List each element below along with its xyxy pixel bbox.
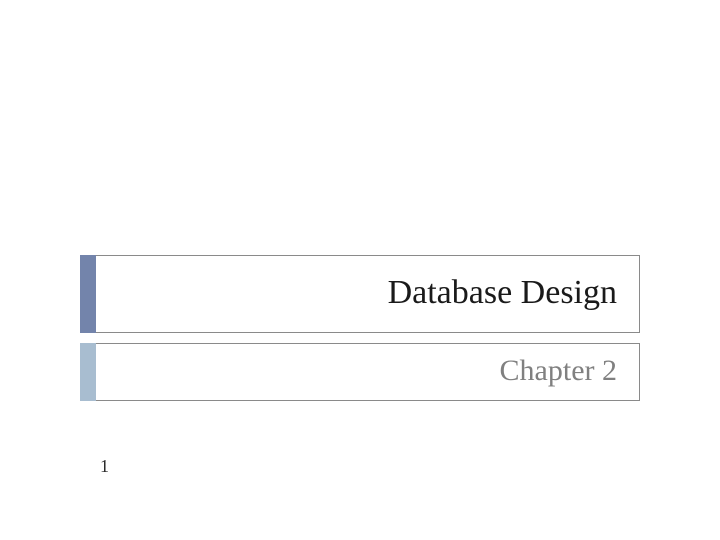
subtitle-accent-bar	[80, 343, 96, 401]
subtitle-box: Chapter 2	[96, 343, 640, 401]
slide-subtitle: Chapter 2	[108, 354, 617, 388]
page-number: 1	[100, 456, 109, 477]
subtitle-block: Chapter 2	[80, 343, 640, 401]
title-block: Database Design	[80, 255, 640, 333]
title-accent-bar	[80, 255, 96, 333]
title-box: Database Design	[96, 255, 640, 333]
slide-title: Database Design	[108, 274, 617, 312]
